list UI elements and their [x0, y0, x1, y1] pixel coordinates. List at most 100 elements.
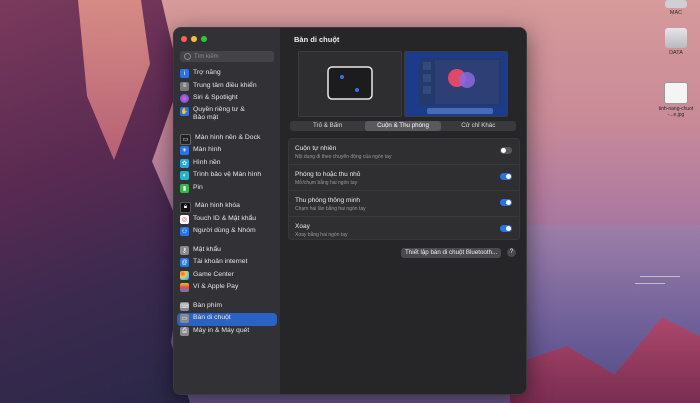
sidebar-item-wallpaper[interactable]: ✿ Hình nền: [174, 158, 280, 171]
sidebar-item-label: Siri & Spotlight: [193, 94, 238, 101]
drive-icon: [665, 0, 687, 8]
tab-scroll-zoom[interactable]: Cuộn & Thu phóng: [365, 121, 441, 131]
sidebar-item-privacy[interactable]: ✋ Quyền riêng tư & Bảo mật: [174, 106, 280, 127]
drive-icon: [665, 28, 687, 48]
window-controls: [181, 36, 207, 42]
desktop-item-label: tinh-nang-chuot-...e.jpg: [658, 106, 694, 118]
siri-icon: [180, 94, 189, 103]
lock-screen-icon: 🔒︎: [180, 202, 191, 213]
keyboard-icon: ⌨: [180, 301, 189, 311]
settings-group: Cuộn tự nhiên Nội dung đi theo chuyển độ…: [288, 138, 520, 240]
system-settings-window: Tìm kiếm i Trợ năng ≡ Trung tâm điều khiển…: [173, 27, 527, 395]
sidebar-item-label: Màn hình khóa: [195, 202, 240, 209]
search-input[interactable]: Tìm kiếm: [180, 51, 274, 62]
sidebar-item-label: Trình bảo vệ Màn hình: [193, 171, 262, 178]
sidebar-item-lock-screen[interactable]: 🔒︎ Màn hình khóa: [174, 201, 280, 214]
accessibility-icon: i: [180, 69, 189, 78]
at-icon: @: [180, 258, 189, 267]
sidebar-item-label: Trung tâm điều khiển: [193, 81, 257, 89]
desktop-item-mac[interactable]: MAC: [656, 0, 696, 16]
rotate-toggle[interactable]: [500, 225, 512, 232]
image-file-icon: [664, 82, 688, 104]
sidebar-item-battery[interactable]: ▮ Pin: [174, 183, 280, 196]
natural-scroll-toggle[interactable]: [500, 147, 512, 154]
key-icon: ⚷: [180, 245, 189, 255]
sidebar-item-label: Ví & Apple Pay: [193, 283, 239, 290]
sidebar-item-printers[interactable]: ⎙ Máy in & Máy quét: [174, 326, 280, 339]
sidebar-item-label: Màn hình: [193, 146, 222, 153]
setting-title: Thu phóng thông minh: [295, 197, 361, 204]
help-button[interactable]: ?: [507, 248, 516, 257]
trackpad-illustration: [327, 66, 373, 100]
battery-icon: ▮: [180, 183, 189, 193]
setting-title: Cuộn tự nhiên: [295, 145, 337, 152]
search-icon: [184, 53, 191, 60]
desktop-item-image[interactable]: tinh-nang-chuot-...e.jpg: [656, 82, 696, 118]
close-icon[interactable]: [181, 36, 187, 42]
sidebar-item-accessibility[interactable]: i Trợ năng: [174, 68, 280, 81]
wallpaper-icon: ✿: [180, 158, 189, 168]
setting-title: Phóng to hoặc thu nhỏ: [295, 171, 361, 178]
wallet-icon: [180, 283, 189, 292]
desktop-item-data[interactable]: DATA: [656, 28, 696, 56]
setting-row-zoom: Phóng to hoặc thu nhỏ Mở/chụm bằng hai n…: [289, 165, 519, 191]
desktop-item-label: DATA: [669, 50, 683, 56]
sidebar-item-touch-id[interactable]: ◎ Touch ID & Mật khẩu: [174, 214, 280, 227]
desktop-item-label: MAC: [669, 10, 683, 16]
gesture-preview-screen: [404, 51, 508, 117]
screen-illustration: [405, 52, 507, 116]
gesture-preview-trackpad: [298, 51, 402, 117]
sidebar-item-control-center[interactable]: ≡ Trung tâm điều khiển: [174, 81, 280, 94]
sidebar-item-label: Hình nền: [193, 158, 221, 166]
sidebar-list: i Trợ năng ≡ Trung tâm điều khiển Siri & S…: [174, 68, 280, 338]
wallpaper-wave: [640, 276, 680, 277]
sidebar-item-label: Bàn di chuột: [193, 314, 231, 321]
setting-row-rotate: Xoay Xoay bằng hai ngón tay: [289, 217, 519, 242]
printer-icon: ⎙: [180, 326, 189, 336]
bluetooth-trackpad-setup-button[interactable]: Thiết lập bàn di chuột Bluetooth...: [401, 248, 502, 258]
sidebar-item-users[interactable]: ⚇ Người dùng & Nhóm: [174, 226, 280, 239]
sidebar-item-internet-accounts[interactable]: @ Tài khoản internet: [174, 257, 280, 270]
control-center-icon: ≡: [180, 81, 189, 91]
wallpaper-wave: [635, 283, 665, 284]
sidebar-item-label: Touch ID & Mật khẩu: [193, 214, 257, 222]
dock-icon: ▭: [180, 133, 191, 145]
sidebar-item-displays[interactable]: ☀ Màn hình: [174, 145, 280, 158]
setting-subtitle: Chạm hai lần bằng hai ngón tay: [295, 206, 366, 212]
sidebar-item-keyboard[interactable]: ⌨ Bàn phím: [174, 301, 280, 314]
tab-more-gestures[interactable]: Cử chỉ Khác: [441, 121, 516, 131]
tab-point-click[interactable]: Trỏ & Bấm: [290, 121, 365, 131]
sidebar-item-label: Màn hình nền & Dock: [195, 133, 261, 141]
privacy-hand-icon: ✋: [180, 106, 189, 116]
trackpad-icon: ▭: [180, 314, 189, 323]
setting-subtitle: Mở/chụm bằng hai ngón tay: [295, 180, 358, 186]
setting-subtitle: Xoay bằng hai ngón tay: [295, 232, 348, 238]
setting-subtitle: Nội dung đi theo chuyển động của ngón ta…: [295, 154, 392, 160]
main-pane: Bàn di chuột Trỏ & Bấm Cuộn & Thu phóng …: [280, 28, 526, 394]
sidebar-item-screensaver[interactable]: ◐ Trình bảo vệ Màn hình: [174, 170, 280, 183]
sidebar-item-label: Game Center: [193, 270, 234, 278]
sidebar-item-trackpad[interactable]: ▭ Bàn di chuột: [177, 313, 277, 326]
zoom-toggle[interactable]: [500, 173, 512, 180]
sidebar-item-siri[interactable]: Siri & Spotlight: [174, 93, 280, 106]
sidebar-item-label: Trợ năng: [193, 69, 221, 76]
sidebar: Tìm kiếm i Trợ năng ≡ Trung tâm điều khiển…: [174, 28, 281, 394]
setting-row-smart-zoom: Thu phóng thông minh Chạm hai lần bằng h…: [289, 191, 519, 217]
display-icon: ☀: [180, 146, 189, 155]
sidebar-item-label: Tài khoản internet: [193, 258, 248, 265]
game-center-icon: [180, 270, 189, 280]
setting-row-natural-scroll: Cuộn tự nhiên Nội dung đi theo chuyển độ…: [289, 139, 519, 165]
sidebar-item-wallet[interactable]: Ví & Apple Pay: [174, 282, 280, 295]
minimize-icon[interactable]: [191, 36, 197, 42]
sidebar-item-desktop-dock[interactable]: ▭ Màn hình nền & Dock: [174, 133, 280, 146]
sidebar-item-label: Mật khẩu: [193, 245, 221, 253]
sidebar-item-label: Pin: [193, 183, 203, 191]
sidebar-item-label: Bàn phím: [193, 301, 223, 309]
smart-zoom-toggle[interactable]: [500, 199, 512, 206]
sidebar-item-label: Người dùng & Nhóm: [193, 227, 256, 234]
tab-bar: Trỏ & Bấm Cuộn & Thu phóng Cử chỉ Khác: [290, 121, 516, 131]
screensaver-icon: ◐: [180, 171, 189, 180]
sidebar-item-passwords[interactable]: ⚷ Mật khẩu: [174, 245, 280, 258]
sidebar-item-game-center[interactable]: Game Center: [174, 270, 280, 283]
zoom-icon[interactable]: [201, 36, 207, 42]
